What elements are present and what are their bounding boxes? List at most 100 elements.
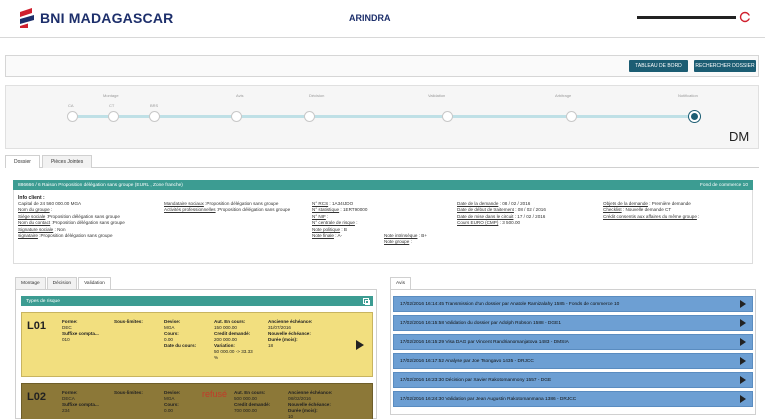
detail-value: : 1ERT90000 [339, 207, 368, 213]
detail-value: : Non [53, 226, 66, 232]
detail-key[interactable]: Siège sociale [18, 214, 45, 219]
detail-key[interactable]: Nom du contact [18, 220, 50, 225]
avis-item[interactable]: 17/02/2016 16:17:52 Analyse par Joe Tson… [393, 353, 753, 369]
open-avis-icon[interactable] [740, 338, 746, 346]
wf-stage-label: Arbitrage [555, 93, 572, 98]
detail-value: Capital de 24 560 000.00 MGA [18, 201, 82, 206]
detail-key[interactable]: Signature sociale [18, 227, 53, 232]
avis-text: 17/02/2016 16:23:30 Décision par Xavier … [400, 377, 552, 383]
detail-value: : A- [333, 233, 343, 239]
wf-node[interactable] [108, 111, 119, 122]
detail-key[interactable]: Note groupe [384, 239, 409, 244]
app-title: ARINDRA [349, 13, 391, 23]
avis-item[interactable]: 17/02/2016 16:23:30 Décision par Xavier … [393, 372, 753, 388]
detail-value: :Proposition délégation sans groupe [37, 233, 113, 239]
tab-dossier[interactable]: Dossier [5, 155, 40, 168]
wf-sub-label: CA [68, 103, 74, 108]
tab-pieces-jointes[interactable]: Pièces Jointes [41, 155, 93, 168]
risk-card-l01[interactable]: L01 Forme: DEC Suffixe compta... 010 Sou… [21, 312, 373, 377]
detail-key[interactable]: N° statistique [312, 207, 339, 212]
wf-node[interactable] [231, 111, 242, 122]
field-label: Cours: [164, 331, 179, 336]
avis-item[interactable]: 17/02/2016 16:15:58 Validation du dossie… [393, 315, 753, 331]
field-value: 10 [288, 414, 294, 419]
wf-stage-label: Décision [309, 93, 325, 98]
risk-forme: Forme: DEC Suffixe compta... 010 [62, 319, 99, 343]
risk-card-l02[interactable]: L02 Forme: DECA Suffixe compta... 234 So… [21, 383, 373, 419]
detail-key[interactable]: N° centrale de risque [312, 220, 355, 225]
detail-key[interactable]: Crédit consentis aux affaires du même gr… [603, 214, 697, 219]
wf-node-current[interactable] [689, 111, 700, 122]
dashboard-button[interactable]: TABLEAU DE BORD [629, 60, 688, 72]
detail-key[interactable]: Note finale [312, 233, 334, 238]
risk-devise: Devise: MGA Cours: 0.00 Date du cours: [164, 319, 196, 349]
detail-key[interactable]: Objets de la demande [603, 201, 648, 206]
risk-echeance: Ancienne échéance: 31/07/2016 Nouvelle é… [268, 319, 312, 349]
detail-key[interactable]: Date de mise dans le circuit [457, 214, 513, 219]
top-bar: BNI MADAGASCAR ARINDRA [0, 0, 765, 38]
field-value: 010 [62, 337, 70, 342]
client-col-3: N° RCS : 1A34IJDO N° statistique : 1ERT9… [312, 201, 367, 239]
detail-value: : 17 / 02 / 2016 [513, 213, 546, 219]
open-avis-icon[interactable] [740, 376, 746, 384]
open-avis-icon[interactable] [740, 319, 746, 327]
detail-key[interactable]: Note politique [312, 227, 340, 232]
detail-value: : Première demande [647, 201, 691, 206]
risk-types-title: Types de risque [26, 298, 60, 304]
detail-value: :Proposition délégation sans groupe [45, 213, 120, 219]
detail-key[interactable]: Checklist [603, 207, 622, 212]
avis-item[interactable]: 17/02/2016 16:24:30 Validation par Jean … [393, 391, 753, 407]
risk-amounts: Aut. En cours: 150 000.00 Credit demandé… [214, 319, 253, 361]
detail-key[interactable]: Date de la demande [457, 201, 498, 206]
wf-node[interactable] [304, 111, 315, 122]
field-value: 0.00 [164, 408, 173, 413]
search-file-button[interactable]: RECHERCHER DOSSIER [694, 60, 756, 72]
field-label: Variation: [214, 343, 235, 348]
field-label: Nouvelle échéance: [268, 331, 311, 336]
avis-item[interactable]: 17/02/2016 16:14:45 Transmission d'un do… [393, 296, 753, 312]
field-label: Devise: [164, 390, 181, 395]
tab-validation[interactable]: Validation [78, 277, 111, 289]
detail-key[interactable]: Mandataire sociaux [164, 201, 204, 206]
wf-node[interactable] [67, 111, 78, 122]
brand-logo[interactable]: BNI MADAGASCAR [18, 8, 173, 28]
risk-sous-limites: Sous-limites: [114, 390, 143, 396]
field-label: Durée (mois): [268, 337, 298, 342]
detail-key[interactable]: Activités professionnelles [164, 207, 216, 212]
wf-node[interactable] [442, 111, 453, 122]
workflow-progress: Montage Avis Décision Validation Arbitra… [5, 85, 759, 149]
detail-value: :Proposition délégation sans groupe [50, 220, 125, 226]
tab-montage[interactable]: Montage [15, 277, 46, 289]
wf-stage-label: Montage [103, 93, 119, 98]
wf-stage-label: Validation [428, 93, 446, 98]
client-col-1: Capital de 24 560 000.00 MGA Nom du grou… [18, 201, 125, 239]
open-avis-icon[interactable] [740, 395, 746, 403]
detail-key[interactable]: Date de début de traitement [457, 207, 514, 212]
wf-node[interactable] [149, 111, 160, 122]
detail-row: signataire :Proposition délégation sans … [18, 233, 125, 239]
avis-text: 17/02/2016 16:24:30 Validation par Jean … [400, 396, 577, 402]
avis-text: 17/02/2016 16:17:52 Analyse par Joe Tson… [400, 358, 534, 364]
open-avis-icon[interactable] [740, 300, 746, 308]
detail-key[interactable]: N° NIF [312, 214, 326, 219]
detail-value: : [696, 213, 700, 219]
detail-value: : B+ [417, 233, 428, 238]
detail-value: :Proposition délégation sans groupe [215, 207, 291, 213]
field-label: Ancienne échéance: [288, 390, 333, 395]
wf-node[interactable] [566, 111, 577, 122]
open-risk-icon[interactable] [356, 340, 364, 350]
detail-key[interactable]: Note intrinsèque [384, 233, 417, 238]
detail-key[interactable]: Cours EURO (CMP) [457, 220, 498, 225]
user-menu-icon[interactable] [739, 11, 751, 23]
detail-key[interactable]: Nom du groupe [18, 207, 50, 212]
tab-avis[interactable]: Avis [390, 277, 411, 289]
avis-item[interactable]: 17/02/2016 16:15:29 Visa DAG par Vincent… [393, 334, 753, 350]
field-value: 50 000.00 -> 33.33 [214, 349, 253, 354]
tab-decision[interactable]: Décision [46, 277, 78, 289]
open-avis-icon[interactable] [740, 357, 746, 365]
detail-value: : 3 500.00 [498, 220, 521, 226]
detail-key[interactable]: signataire [18, 233, 38, 238]
copy-icon[interactable] [363, 298, 370, 305]
detail-key[interactable]: N° RCS [312, 201, 328, 206]
field-value: % [214, 355, 219, 360]
